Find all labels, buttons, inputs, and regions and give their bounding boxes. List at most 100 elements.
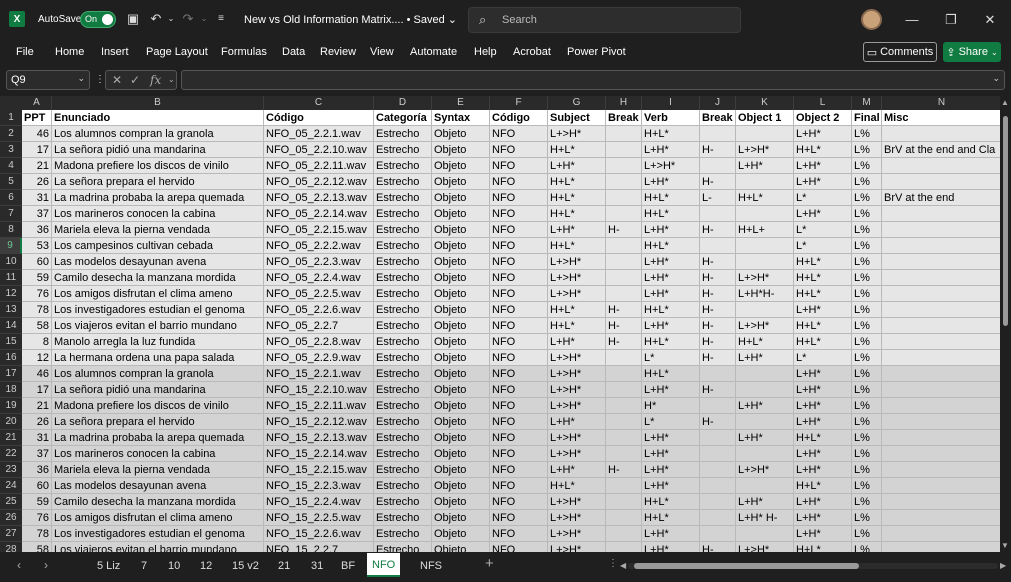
cell[interactable]: L%: [852, 446, 882, 462]
cell[interactable]: L+H*: [794, 382, 852, 398]
column-header[interactable]: H: [606, 96, 642, 110]
cell[interactable]: Estrecho: [374, 142, 432, 158]
cell[interactable]: L+H*: [642, 430, 700, 446]
cell[interactable]: H-: [700, 142, 736, 158]
cell[interactable]: [606, 526, 642, 542]
cell[interactable]: L%: [852, 398, 882, 414]
row-header[interactable]: 28: [0, 542, 22, 552]
cell[interactable]: H-: [700, 286, 736, 302]
cell[interactable]: L+H*: [794, 206, 852, 222]
cell[interactable]: L%: [852, 174, 882, 190]
cell[interactable]: [606, 158, 642, 174]
row-header[interactable]: 22: [0, 446, 22, 462]
cell[interactable]: La hermana ordena una papa salada: [52, 350, 264, 366]
sheet-tab[interactable]: NFS: [420, 560, 442, 572]
cell[interactable]: H+L*: [642, 494, 700, 510]
cell[interactable]: NFO_15_2.2.10.wav: [264, 382, 374, 398]
enter-icon[interactable]: ✓: [130, 73, 140, 87]
sheet-tab[interactable]: 31: [311, 560, 323, 572]
cell[interactable]: Estrecho: [374, 478, 432, 494]
cell[interactable]: Break: [606, 110, 642, 126]
cell[interactable]: NFO: [490, 350, 548, 366]
sheet-tab[interactable]: 15 v2: [232, 560, 259, 572]
cell[interactable]: Object 2: [794, 110, 852, 126]
cell[interactable]: [882, 318, 1000, 334]
cell[interactable]: H+L*: [548, 206, 606, 222]
cell[interactable]: L%: [852, 542, 882, 552]
cell[interactable]: Objeto: [432, 478, 490, 494]
cell[interactable]: NFO: [490, 462, 548, 478]
cell[interactable]: NFO: [490, 542, 548, 552]
cell[interactable]: H-: [700, 414, 736, 430]
cell[interactable]: Objeto: [432, 318, 490, 334]
cell[interactable]: Verb: [642, 110, 700, 126]
cell[interactable]: L+H*: [642, 446, 700, 462]
row-header[interactable]: 23: [0, 462, 22, 478]
undo-dropdown-icon[interactable]: ⌄: [163, 11, 179, 27]
cell[interactable]: Objeto: [432, 366, 490, 382]
cell[interactable]: NFO: [490, 526, 548, 542]
cell[interactable]: [606, 494, 642, 510]
cell[interactable]: 59: [22, 494, 52, 510]
cell[interactable]: H+L*: [642, 366, 700, 382]
cell[interactable]: L%: [852, 494, 882, 510]
cell[interactable]: 78: [22, 302, 52, 318]
cell[interactable]: L%: [852, 334, 882, 350]
cell[interactable]: L+>H*: [548, 126, 606, 142]
cell[interactable]: [700, 494, 736, 510]
cancel-icon[interactable]: ✕: [112, 73, 122, 87]
cell[interactable]: NFO_15_2.2.1.wav: [264, 366, 374, 382]
cell[interactable]: NFO_05_2.2.1.wav: [264, 126, 374, 142]
cell[interactable]: L+>H*: [548, 382, 606, 398]
cell[interactable]: L+H*: [642, 222, 700, 238]
cell[interactable]: L+H*H-: [736, 286, 794, 302]
cell[interactable]: [882, 174, 1000, 190]
cell[interactable]: [882, 430, 1000, 446]
cell[interactable]: H-: [606, 334, 642, 350]
cell[interactable]: Las modelos desayunan avena: [52, 478, 264, 494]
cell[interactable]: L+H*: [642, 478, 700, 494]
menu-help[interactable]: Help: [474, 46, 497, 58]
cell[interactable]: L+H*: [548, 462, 606, 478]
cell[interactable]: H+L*: [736, 190, 794, 206]
cell[interactable]: Estrecho: [374, 446, 432, 462]
cell[interactable]: [882, 446, 1000, 462]
vertical-scrollbar[interactable]: ▲ ▼: [1000, 96, 1011, 552]
cell[interactable]: L+>H*: [548, 526, 606, 542]
cell[interactable]: Objeto: [432, 174, 490, 190]
row-header[interactable]: 16: [0, 350, 22, 366]
column-header[interactable]: D: [374, 96, 432, 110]
cell[interactable]: H+L*: [794, 286, 852, 302]
row-header[interactable]: 13: [0, 302, 22, 318]
cell[interactable]: H-: [606, 222, 642, 238]
cell[interactable]: [882, 238, 1000, 254]
row-header[interactable]: 6: [0, 190, 22, 206]
cell[interactable]: Estrecho: [374, 414, 432, 430]
cell[interactable]: L+H*: [794, 462, 852, 478]
cell[interactable]: H-: [700, 382, 736, 398]
worksheet-grid[interactable]: ABCDEFGHIJKLMN 1 PPT Enunciado Código Catego…: [0, 96, 1000, 552]
cell[interactable]: 59: [22, 270, 52, 286]
cell[interactable]: Objeto: [432, 206, 490, 222]
cell[interactable]: Objeto: [432, 142, 490, 158]
cell[interactable]: Código: [264, 110, 374, 126]
cell[interactable]: [700, 126, 736, 142]
cell[interactable]: 60: [22, 254, 52, 270]
cell[interactable]: Objeto: [432, 254, 490, 270]
cell[interactable]: Estrecho: [374, 462, 432, 478]
menu-view[interactable]: View: [370, 46, 394, 58]
cell[interactable]: H+L*: [794, 542, 852, 552]
cell[interactable]: NFO_15_2.2.4.wav: [264, 494, 374, 510]
row-header[interactable]: 18: [0, 382, 22, 398]
cell[interactable]: Objeto: [432, 414, 490, 430]
row-header[interactable]: 24: [0, 478, 22, 494]
row-header[interactable]: 14: [0, 318, 22, 334]
cell[interactable]: 17: [22, 382, 52, 398]
cell[interactable]: H+L+: [736, 222, 794, 238]
cell[interactable]: [736, 366, 794, 382]
cell[interactable]: L+>H*: [736, 142, 794, 158]
cell[interactable]: Break: [700, 110, 736, 126]
cell[interactable]: Camilo desecha la manzana mordida: [52, 494, 264, 510]
cell[interactable]: NFO_15_2.2.13.wav: [264, 430, 374, 446]
cell[interactable]: L+H*: [736, 398, 794, 414]
